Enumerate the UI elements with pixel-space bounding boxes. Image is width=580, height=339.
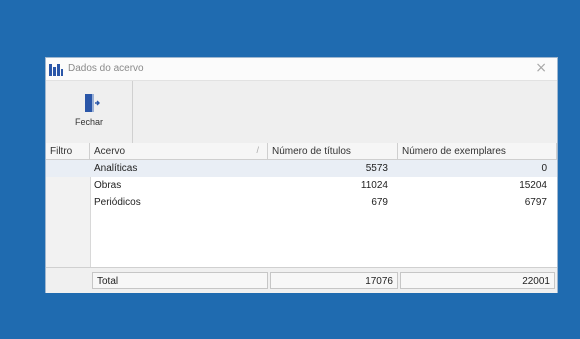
header-titulos[interactable]: Número de títulos	[268, 143, 398, 160]
dados-acervo-window: Dados do acervo × Fechar Filtro Acervo /…	[45, 57, 558, 293]
toolbar: Fechar	[46, 81, 557, 144]
close-button[interactable]: Fechar	[46, 81, 133, 143]
header-exemplares[interactable]: Número de exemplares	[398, 143, 557, 160]
table-row-acervo[interactable]: Periódicos	[90, 194, 268, 211]
window-title: Dados do acervo	[68, 63, 144, 74]
total-exemplares: 22001	[400, 272, 555, 289]
books-icon	[49, 62, 63, 76]
table-row-acervo[interactable]: Obras	[90, 177, 268, 194]
exit-door-icon	[85, 94, 100, 112]
table-row-titulos[interactable]: 5573	[268, 160, 398, 177]
total-label: Total	[92, 272, 268, 289]
sort-icon: /	[256, 145, 259, 155]
table-row-titulos[interactable]: 11024	[268, 177, 398, 194]
close-icon[interactable]: ×	[535, 60, 547, 76]
close-button-label: Fechar	[74, 117, 103, 127]
table-row-titulos[interactable]: 679	[268, 194, 398, 211]
table-row-exemplares[interactable]: 6797	[398, 194, 557, 211]
header-acervo[interactable]: Acervo /	[90, 143, 268, 160]
title-bar: Dados do acervo ×	[46, 58, 557, 81]
totals-footer: Total 17076 22001	[46, 267, 557, 293]
table-row-acervo[interactable]: Analíticas	[90, 160, 268, 177]
acervo-table: Filtro Acervo / Número de títulos Número…	[46, 143, 557, 293]
header-filtro[interactable]: Filtro	[46, 143, 90, 160]
table-row-exemplares[interactable]: 0	[398, 160, 557, 177]
total-titulos: 17076	[270, 272, 398, 289]
table-row-exemplares[interactable]: 15204	[398, 177, 557, 194]
header-acervo-label: Acervo	[94, 146, 126, 157]
